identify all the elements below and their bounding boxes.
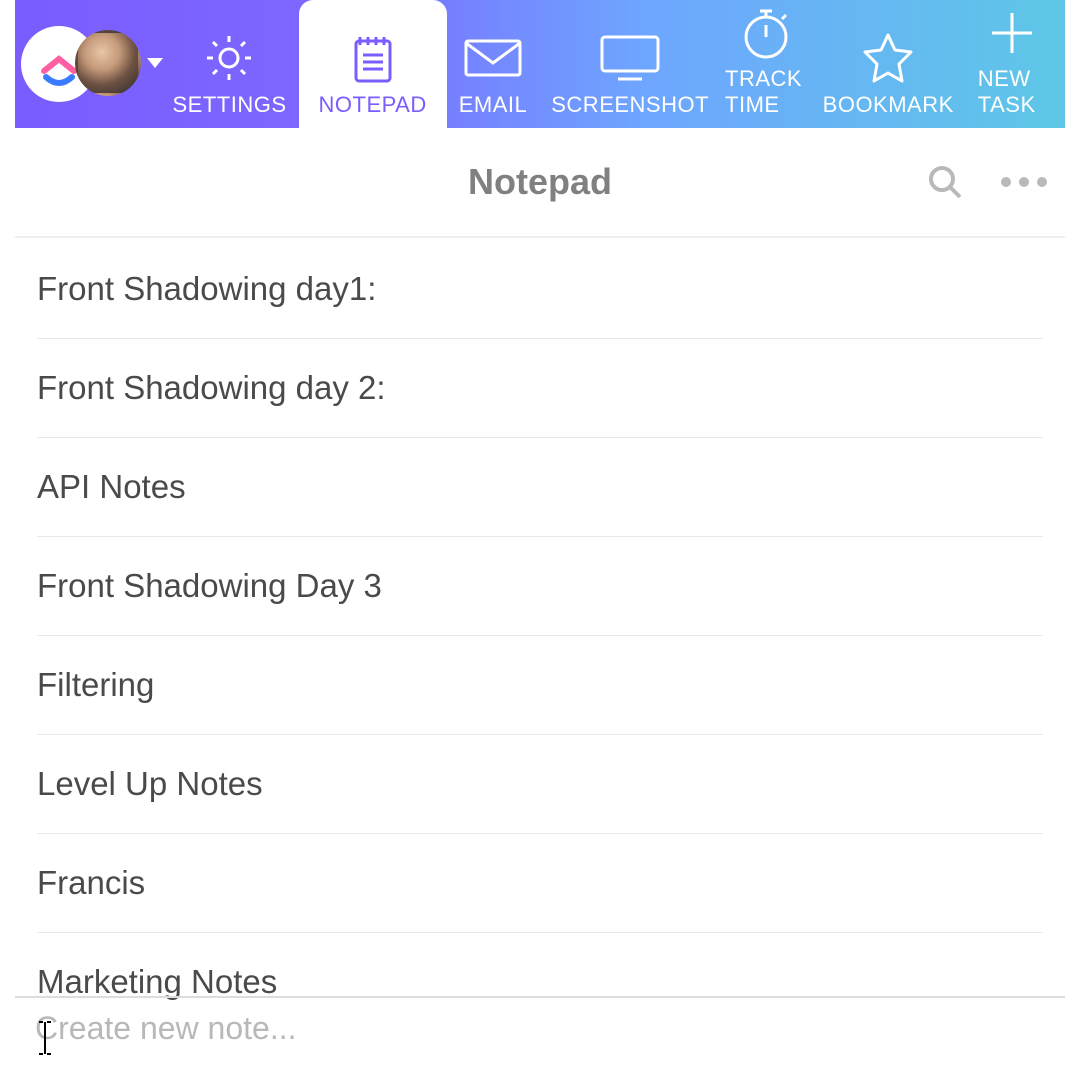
tab-tracktime[interactable]: TRACK TIME — [721, 0, 811, 128]
create-note-input[interactable] — [35, 1010, 1045, 1047]
user-avatar[interactable] — [75, 30, 141, 96]
star-icon — [859, 24, 917, 92]
monitor-icon — [596, 24, 664, 92]
tab-bookmark[interactable]: BOOKMARK — [811, 0, 966, 128]
notes-list: Front Shadowing day1: Front Shadowing da… — [15, 238, 1065, 1031]
note-item[interactable]: Front Shadowing day1: — [37, 238, 1043, 339]
tab-notepad[interactable]: NOTEPAD — [299, 0, 447, 128]
notepad-icon — [348, 24, 398, 92]
plus-icon — [984, 0, 1040, 66]
note-item[interactable]: API Notes — [37, 438, 1043, 537]
page-title: Notepad — [468, 161, 612, 203]
note-item[interactable]: Front Shadowing day 2: — [37, 339, 1043, 438]
chevron-down-icon — [147, 58, 163, 68]
tab-label: EMAIL — [459, 92, 528, 118]
stopwatch-icon — [738, 0, 794, 66]
note-item[interactable]: Front Shadowing Day 3 — [37, 537, 1043, 636]
tab-settings[interactable]: SETTINGS — [160, 0, 298, 128]
tab-label: TRACK TIME — [725, 66, 807, 118]
note-item[interactable]: Filtering — [37, 636, 1043, 735]
tab-label: SETTINGS — [172, 92, 286, 118]
app-header: SETTINGS NOTEPAD — [15, 0, 1065, 128]
tab-newtask[interactable]: NEW TASK — [966, 0, 1059, 128]
tab-label: SCREENSHOT — [551, 92, 709, 118]
more-icon[interactable] — [1001, 177, 1047, 187]
tab-email[interactable]: EMAIL — [447, 0, 540, 128]
workspace-switcher[interactable] — [21, 0, 146, 128]
tab-screenshot[interactable]: SCREENSHOT — [539, 0, 721, 128]
mail-icon — [460, 24, 526, 92]
text-cursor-icon — [33, 1020, 57, 1056]
note-item[interactable]: Francis — [37, 834, 1043, 933]
tab-label: NEW TASK — [978, 66, 1047, 118]
gear-icon — [201, 24, 257, 92]
search-icon[interactable] — [925, 162, 965, 202]
create-note-area — [15, 996, 1065, 1072]
tab-label: NOTEPAD — [319, 92, 427, 118]
tab-label: BOOKMARK — [823, 92, 954, 118]
header-tabs: SETTINGS NOTEPAD — [160, 0, 1059, 128]
page-subheader: Notepad — [15, 128, 1065, 238]
note-item[interactable]: Level Up Notes — [37, 735, 1043, 834]
